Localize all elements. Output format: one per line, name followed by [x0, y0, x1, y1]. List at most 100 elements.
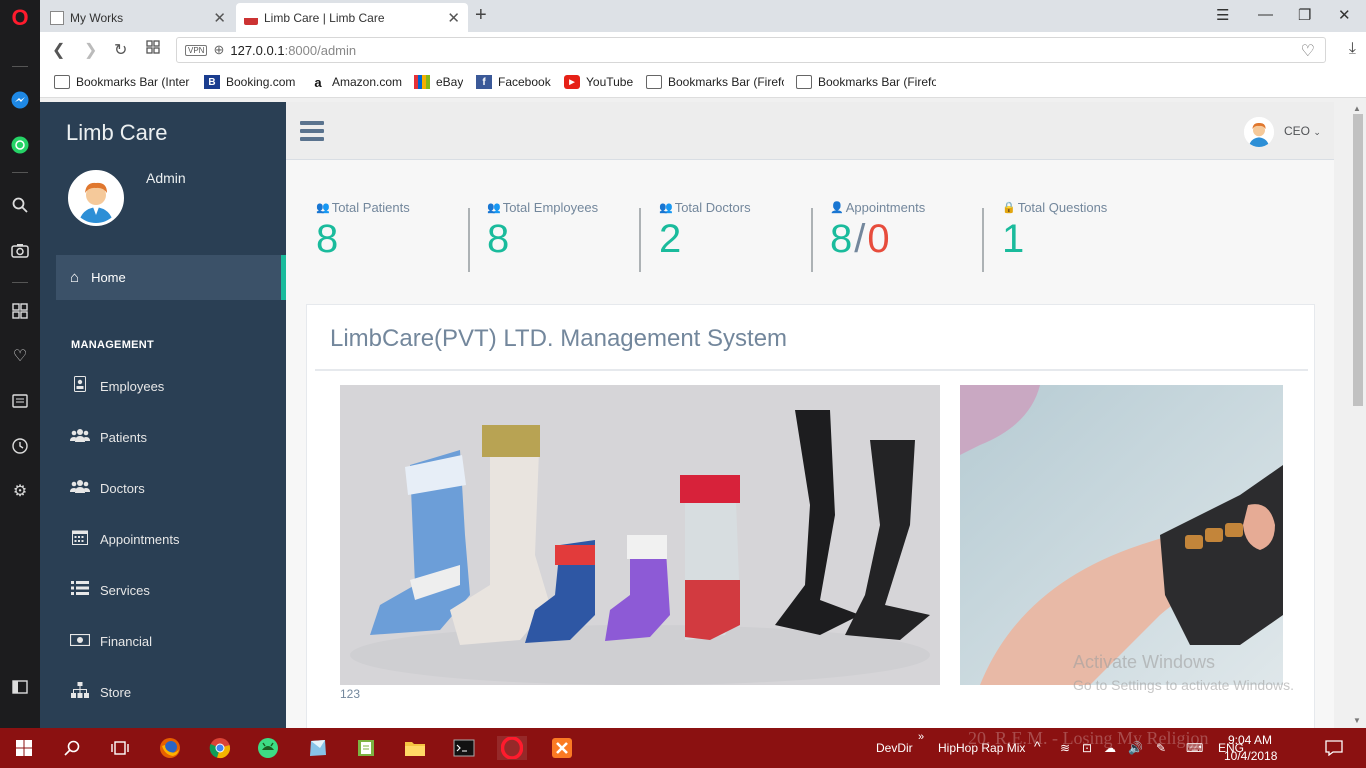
- users-icon: [70, 479, 90, 497]
- money-icon: [69, 633, 91, 650]
- cloud-icon[interactable]: ☁: [1104, 741, 1116, 755]
- user-menu[interactable]: CEO ⌄: [1284, 124, 1321, 138]
- bookmark-item[interactable]: eBay: [414, 75, 463, 89]
- opera-icon[interactable]: [497, 736, 527, 760]
- whatsapp-icon[interactable]: [8, 133, 32, 157]
- task-view-icon[interactable]: [108, 736, 132, 760]
- menu-toggle-icon[interactable]: [300, 121, 324, 141]
- opera-logo-icon[interactable]: O: [8, 5, 32, 30]
- avatar: [68, 170, 124, 226]
- search-icon[interactable]: [60, 736, 84, 760]
- stat-value-secondary: 0: [867, 217, 890, 261]
- chevron-right-icon[interactable]: »: [918, 731, 924, 743]
- bookmark-item[interactable]: ▶ YouTube: [564, 75, 633, 89]
- forward-icon[interactable]: ❯: [84, 40, 97, 60]
- bookmark-label: Bookmarks Bar (Inter: [76, 75, 190, 89]
- bookmark-item[interactable]: Bookmarks Bar (Firefo: [796, 75, 936, 89]
- chrome-icon[interactable]: [208, 736, 232, 760]
- minimize-icon[interactable]: —: [1258, 6, 1273, 23]
- user-role: CEO: [1284, 124, 1311, 138]
- download-icon[interactable]: ⤓: [1349, 40, 1356, 58]
- sidebar-item-store[interactable]: Store: [70, 682, 131, 702]
- sidebar-item-label: Employees: [100, 378, 165, 394]
- clock-date: 10/4/2018: [1224, 749, 1278, 763]
- media-title[interactable]: HipHop Rap Mix: [938, 741, 1025, 755]
- address-bar[interactable]: VPN ⊕ 127.0.0.1 :8000/admin ♡: [176, 37, 1326, 63]
- keyboard-icon[interactable]: ⌨: [1186, 741, 1203, 755]
- toolbar-devdir[interactable]: DevDir: [876, 741, 913, 755]
- section-heading: MANAGEMENT: [71, 339, 155, 351]
- sidebar-item-patients[interactable]: Patients: [70, 427, 147, 447]
- camera-icon[interactable]: [8, 238, 32, 262]
- bookmark-item[interactable]: Bookmarks Bar (Firefo: [646, 75, 784, 89]
- restore-icon[interactable]: ❐: [1298, 6, 1311, 24]
- stat-total-patients: 👥 Total Patients 8: [316, 200, 410, 270]
- sidebar-toggle-icon[interactable]: [8, 675, 32, 699]
- news-icon[interactable]: [8, 389, 32, 413]
- avatar[interactable]: [1244, 117, 1274, 147]
- bookmark-label: YouTube: [586, 75, 634, 89]
- file-explorer-icon[interactable]: [403, 736, 427, 760]
- app-icon[interactable]: [306, 736, 330, 760]
- sidebar-item-financial[interactable]: Financial: [69, 631, 152, 651]
- history-icon[interactable]: [8, 434, 32, 458]
- settings-icon[interactable]: ⚙: [8, 479, 32, 503]
- messenger-icon[interactable]: [8, 88, 32, 112]
- main-content: 👥 Total Patients 8 👥 Total Employees 8 👥 To…: [286, 160, 1334, 734]
- bookmark-item[interactable]: a Amazon.com: [310, 75, 402, 89]
- xampp-icon[interactable]: [550, 736, 574, 760]
- heart-icon[interactable]: ♡: [8, 344, 32, 368]
- bookmark-item[interactable]: B Booking.com: [204, 75, 295, 89]
- sitemap-icon: [70, 682, 90, 702]
- orthotics-image: [340, 385, 940, 685]
- taskbar: 20. R.E.M. - Losing My Religion DevDir »…: [0, 728, 1366, 768]
- firefox-icon[interactable]: [158, 736, 182, 760]
- stat-total-doctors: 👥 Total Doctors 2: [659, 200, 751, 270]
- search-icon[interactable]: [8, 193, 32, 217]
- notepad-icon[interactable]: [354, 736, 378, 760]
- wifi-icon[interactable]: ≋: [1060, 741, 1070, 755]
- tab-my-works[interactable]: My Works ✕: [42, 3, 234, 32]
- close-icon[interactable]: ✕: [213, 9, 226, 27]
- calendar-icon: [70, 529, 90, 549]
- scroll-up-icon[interactable]: ▲: [1353, 104, 1361, 113]
- pen-icon[interactable]: ✎: [1156, 741, 1166, 755]
- tab-menu-icon[interactable]: ☰: [1216, 6, 1229, 24]
- sidebar-item-doctors[interactable]: Doctors: [70, 478, 145, 498]
- sidebar-item-employees[interactable]: Employees: [70, 376, 164, 396]
- close-icon[interactable]: ✕: [447, 9, 460, 27]
- tab-limb-care[interactable]: Limb Care | Limb Care ✕: [236, 3, 468, 32]
- network-icon[interactable]: ⊡: [1082, 741, 1092, 755]
- close-window-icon[interactable]: ✕: [1338, 6, 1351, 24]
- vertical-scrollbar[interactable]: ▲ ▼: [1350, 102, 1366, 728]
- bookmark-item[interactable]: f Facebook: [476, 75, 551, 89]
- bookmark-heart-icon[interactable]: ♡: [1301, 41, 1315, 61]
- sidebar-item-home[interactable]: ⌂ Home: [56, 255, 286, 300]
- sidebar-item-services[interactable]: Services: [70, 580, 150, 600]
- new-tab-icon[interactable]: +: [475, 4, 487, 27]
- android-studio-icon[interactable]: [256, 736, 280, 760]
- scrollbar-thumb[interactable]: [1353, 114, 1363, 406]
- chevron-up-icon[interactable]: ^: [1034, 738, 1041, 754]
- windows-start-icon[interactable]: [12, 736, 36, 760]
- back-icon[interactable]: ❮: [52, 40, 65, 60]
- terminal-icon[interactable]: [452, 736, 476, 760]
- reload-icon[interactable]: ↻: [114, 40, 127, 60]
- system-clock[interactable]: 9:04 AM 10/4/2018: [1224, 732, 1278, 764]
- vpn-badge[interactable]: VPN: [185, 44, 208, 56]
- volume-icon[interactable]: 🔊: [1128, 741, 1143, 755]
- sidebar-item-appointments[interactable]: Appointments: [70, 529, 180, 549]
- speed-dial-icon[interactable]: [146, 40, 160, 59]
- divider: [982, 208, 984, 272]
- globe-icon: ⊕: [213, 42, 225, 57]
- brand-title[interactable]: Limb Care: [66, 120, 167, 146]
- chevron-down-icon: ⌄: [1313, 127, 1321, 137]
- scroll-down-icon[interactable]: ▼: [1353, 716, 1361, 725]
- bookmark-label: eBay: [436, 75, 464, 89]
- divider: [811, 208, 813, 272]
- prosthetic-hand-image: [960, 385, 1283, 685]
- notification-icon[interactable]: [1322, 736, 1346, 760]
- page-icon: [50, 10, 64, 25]
- speed-dial-icon[interactable]: [8, 299, 32, 323]
- bookmark-item[interactable]: Bookmarks Bar (Inter: [54, 75, 190, 89]
